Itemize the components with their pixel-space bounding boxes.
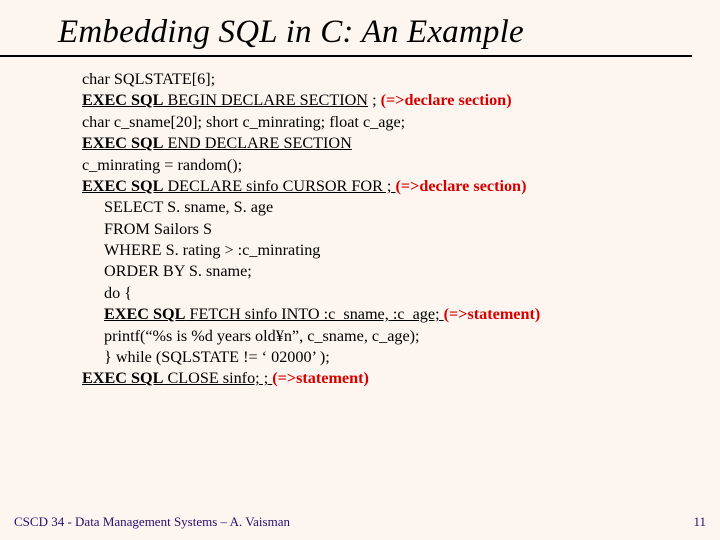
code-line: printf(“%s is %d years old¥n”, c_sname, … [82,326,700,347]
code-line: } while (SQLSTATE != ‘ 02000’ ); [82,347,700,368]
code-block: char SQLSTATE[6]; EXEC SQL BEGIN DECLARE… [0,57,720,390]
code-text: FETCH sinfo INTO :c_sname, :c_age; [185,305,443,323]
slide-title: Embedding SQL in C: An Example [0,0,692,57]
code-line: char SQLSTATE[6]; [82,69,700,90]
code-line: do { [82,283,700,304]
keyword-exec-sql: EXEC SQL [82,177,163,195]
keyword-exec-sql: EXEC SQL [104,305,185,323]
annotation: (=>declare section) [395,177,526,195]
keyword-exec-sql: EXEC SQL [82,91,163,109]
code-text: ; [368,91,381,109]
keyword-exec-sql: EXEC SQL [82,369,163,387]
code-line: FROM Sailors S [82,219,700,240]
annotation: (=>statement) [272,369,369,387]
page-number: 11 [693,514,706,530]
code-text: DECLARE sinfo CURSOR FOR ; [163,177,395,195]
code-line: ORDER BY S. sname; [82,261,700,282]
code-line: c_minrating = random(); [82,155,700,176]
code-line: WHERE S. rating > :c_minrating [82,240,700,261]
code-line: EXEC SQL FETCH sinfo INTO :c_sname, :c_a… [82,304,700,325]
code-line: SELECT S. sname, S. age [82,197,700,218]
code-text: CLOSE sinfo; ; [163,369,272,387]
slide-footer: CSCD 34 - Data Management Systems – A. V… [14,514,706,530]
annotation: (=>statement) [444,305,541,323]
code-line: char c_sname[20]; short c_minrating; flo… [82,112,700,133]
footer-left: CSCD 34 - Data Management Systems – A. V… [14,514,290,530]
keyword-exec-sql: EXEC SQL [82,134,163,152]
code-line: EXEC SQL CLOSE sinfo; ; (=>statement) [82,368,700,389]
code-line: EXEC SQL END DECLARE SECTION [82,133,700,154]
code-text: BEGIN DECLARE SECTION [163,91,368,109]
code-line: EXEC SQL BEGIN DECLARE SECTION ; (=>decl… [82,90,700,111]
code-text: END DECLARE SECTION [163,134,351,152]
annotation: (=>declare section) [381,91,512,109]
code-line: EXEC SQL DECLARE sinfo CURSOR FOR ; (=>d… [82,176,700,197]
